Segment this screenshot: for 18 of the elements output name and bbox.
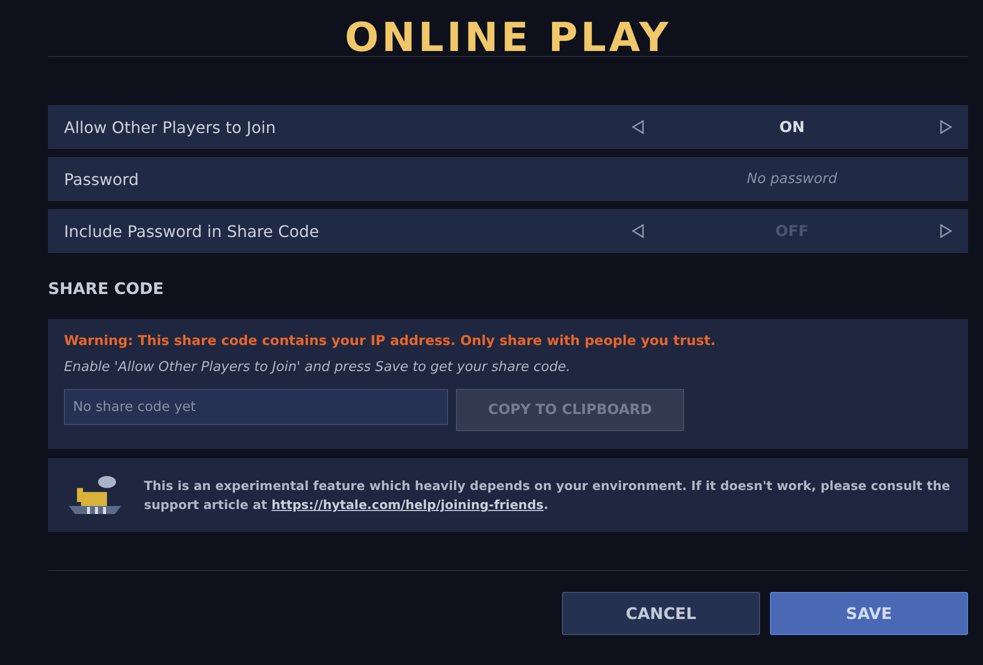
share-code-field[interactable]: No share code yet bbox=[64, 389, 448, 425]
toggle-value: ON bbox=[779, 118, 805, 136]
left-arrow-icon[interactable] bbox=[632, 120, 644, 134]
left-arrow-icon[interactable] bbox=[632, 224, 644, 238]
save-button[interactable]: SAVE bbox=[770, 592, 968, 635]
password-value[interactable]: No password bbox=[746, 171, 838, 187]
page-title: ONLINE PLAY bbox=[344, 14, 672, 56]
setting-label: Include Password in Share Code bbox=[64, 222, 320, 240]
setting-label: Allow Other Players to Join bbox=[64, 118, 277, 136]
warning-text: Warning: This share code contains your IP address. Only share with people you trust. bbox=[64, 333, 717, 349]
right-arrow-icon[interactable] bbox=[940, 120, 952, 134]
setting-label: Password bbox=[64, 170, 140, 188]
section-heading: SHARE CODE bbox=[48, 279, 165, 300]
notice-text: This is an experimental feature which heavily depends on your environment. If it doesn't work, please consult the support article at https://hytale.com/help/joining-friends. bbox=[144, 477, 952, 514]
support-link[interactable]: https://hytale.com/help/joining-friends bbox=[271, 497, 544, 512]
cancel-button[interactable]: CANCEL bbox=[562, 592, 760, 635]
hint-text: Enable 'Allow Other Players to Join' and press Save to get your share code. bbox=[64, 359, 572, 375]
right-arrow-icon[interactable] bbox=[940, 224, 952, 238]
